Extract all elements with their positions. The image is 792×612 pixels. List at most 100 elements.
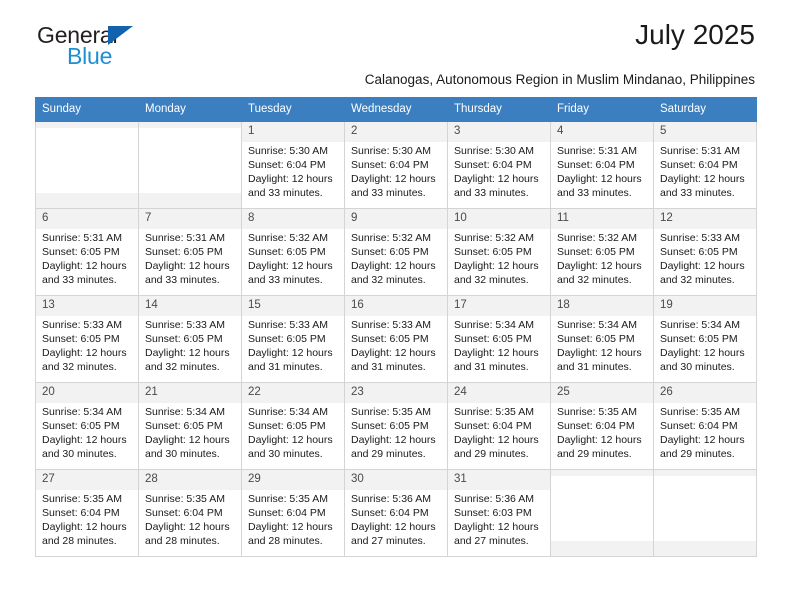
calendar-day-cell[interactable]: 5 Sunrise: 5:31 AM Sunset: 6:04 PM Daylight… xyxy=(653,121,757,210)
day-number: 27 xyxy=(36,470,138,490)
sunrise-line: Sunrise: 5:33 AM xyxy=(351,318,431,331)
day-number: 18 xyxy=(551,296,653,316)
sunset-line: Sunset: 6:04 PM xyxy=(454,158,532,171)
calendar-day-cell[interactable]: 4 Sunrise: 5:31 AM Sunset: 6:04 PM Daylight… xyxy=(550,121,654,210)
calendar-day-cell[interactable]: 19 Sunrise: 5:34 AM Sunset: 6:05 PM Dayligh… xyxy=(653,295,757,384)
day-details: Sunrise: 5:36 AM Sunset: 6:03 PM Daylight:… xyxy=(448,489,550,555)
sunrise-line: Sunrise: 5:31 AM xyxy=(42,231,122,244)
day-number: 5 xyxy=(654,122,756,142)
daylight-line: Daylight: 12 hours and 30 minutes. xyxy=(248,433,333,460)
weekday-header-saturday: Saturday xyxy=(653,97,757,123)
calendar-day-cell[interactable]: 17 Sunrise: 5:34 AM Sunset: 6:05 PM Dayligh… xyxy=(447,295,551,384)
daylight-line: Daylight: 12 hours and 32 minutes. xyxy=(351,259,436,286)
sunset-line: Sunset: 6:05 PM xyxy=(248,419,326,432)
day-number: 25 xyxy=(551,383,653,403)
sunrise-line: Sunrise: 5:35 AM xyxy=(248,492,328,505)
sunrise-line: Sunrise: 5:32 AM xyxy=(557,231,637,244)
day-number: 6 xyxy=(36,209,138,229)
calendar-day-cell[interactable]: 23 Sunrise: 5:35 AM Sunset: 6:05 PM Dayligh… xyxy=(344,382,448,471)
sunrise-line: Sunrise: 5:35 AM xyxy=(454,405,534,418)
weekday-header-sunday: Sunday xyxy=(35,97,139,123)
daylight-line: Daylight: 12 hours and 33 minutes. xyxy=(42,259,127,286)
calendar-day-cell[interactable]: 8 Sunrise: 5:32 AM Sunset: 6:05 PM Daylight… xyxy=(241,208,345,297)
sunset-line: Sunset: 6:04 PM xyxy=(145,506,223,519)
calendar-week-row: 20 Sunrise: 5:34 AM Sunset: 6:05 PM Dayligh… xyxy=(35,382,757,471)
sunrise-line: Sunrise: 5:35 AM xyxy=(351,405,431,418)
calendar-day-cell[interactable]: 28 Sunrise: 5:35 AM Sunset: 6:04 PM Dayligh… xyxy=(138,469,242,558)
calendar-day-cell[interactable]: 9 Sunrise: 5:32 AM Sunset: 6:05 PM Daylight… xyxy=(344,208,448,297)
sunset-line: Sunset: 6:05 PM xyxy=(351,332,429,345)
day-details: Sunrise: 5:30 AM Sunset: 6:04 PM Daylight:… xyxy=(448,141,550,207)
sunset-line: Sunset: 6:04 PM xyxy=(454,419,532,432)
location-subtitle: Calanogas, Autonomous Region in Muslim M… xyxy=(364,72,755,87)
general-blue-logo[interactable]: General Blue xyxy=(37,22,167,69)
weekday-header-friday: Friday xyxy=(550,97,654,123)
calendar-day-cell[interactable]: 21 Sunrise: 5:34 AM Sunset: 6:05 PM Dayligh… xyxy=(138,382,242,471)
daylight-line: Daylight: 12 hours and 31 minutes. xyxy=(351,346,436,373)
weekday-header-thursday: Thursday xyxy=(447,97,551,123)
calendar-day-cell[interactable]: 6 Sunrise: 5:31 AM Sunset: 6:05 PM Daylight… xyxy=(35,208,139,297)
sunrise-line: Sunrise: 5:31 AM xyxy=(660,144,740,157)
daylight-line: Daylight: 12 hours and 33 minutes. xyxy=(557,172,642,199)
day-number: 3 xyxy=(448,122,550,142)
sunrise-line: Sunrise: 5:35 AM xyxy=(660,405,740,418)
calendar-week-row: 6 Sunrise: 5:31 AM Sunset: 6:05 PM Daylight… xyxy=(35,208,757,297)
calendar-day-cell[interactable]: 20 Sunrise: 5:34 AM Sunset: 6:05 PM Dayligh… xyxy=(35,382,139,471)
day-details: Sunrise: 5:35 AM Sunset: 6:04 PM Daylight:… xyxy=(448,402,550,468)
calendar-day-cell[interactable]: 29 Sunrise: 5:35 AM Sunset: 6:04 PM Dayligh… xyxy=(241,469,345,558)
day-details: Sunrise: 5:34 AM Sunset: 6:05 PM Daylight:… xyxy=(242,402,344,468)
logo-text-blue: Blue xyxy=(67,43,113,69)
day-number: 1 xyxy=(242,122,344,142)
calendar-day-cell[interactable]: 12 Sunrise: 5:33 AM Sunset: 6:05 PM Dayligh… xyxy=(653,208,757,297)
calendar-day-cell[interactable]: 18 Sunrise: 5:34 AM Sunset: 6:05 PM Dayligh… xyxy=(550,295,654,384)
calendar-day-cell[interactable]: 2 Sunrise: 5:30 AM Sunset: 6:04 PM Daylight… xyxy=(344,121,448,210)
calendar-day-cell[interactable]: 22 Sunrise: 5:34 AM Sunset: 6:05 PM Dayligh… xyxy=(241,382,345,471)
sunrise-line: Sunrise: 5:31 AM xyxy=(557,144,637,157)
daylight-line: Daylight: 12 hours and 29 minutes. xyxy=(660,433,745,460)
daylight-line: Daylight: 12 hours and 33 minutes. xyxy=(248,259,333,286)
calendar-day-cell[interactable]: 1 Sunrise: 5:30 AM Sunset: 6:04 PM Daylight… xyxy=(241,121,345,210)
calendar-day-cell[interactable]: 3 Sunrise: 5:30 AM Sunset: 6:04 PM Daylight… xyxy=(447,121,551,210)
sunset-line: Sunset: 6:05 PM xyxy=(145,332,223,345)
calendar-day-cell[interactable]: 31 Sunrise: 5:36 AM Sunset: 6:03 PM Dayligh… xyxy=(447,469,551,558)
calendar-day-cell[interactable]: 25 Sunrise: 5:35 AM Sunset: 6:04 PM Dayligh… xyxy=(550,382,654,471)
sunrise-line: Sunrise: 5:34 AM xyxy=(248,405,328,418)
sunset-line: Sunset: 6:05 PM xyxy=(660,245,738,258)
day-details xyxy=(654,476,756,542)
calendar-day-cell[interactable]: 16 Sunrise: 5:33 AM Sunset: 6:05 PM Dayligh… xyxy=(344,295,448,384)
sunset-line: Sunset: 6:05 PM xyxy=(351,419,429,432)
daylight-line: Daylight: 12 hours and 33 minutes. xyxy=(454,172,539,199)
calendar-day-cell[interactable]: 7 Sunrise: 5:31 AM Sunset: 6:05 PM Daylight… xyxy=(138,208,242,297)
sunset-line: Sunset: 6:04 PM xyxy=(351,158,429,171)
daylight-line: Daylight: 12 hours and 33 minutes. xyxy=(248,172,333,199)
day-details: Sunrise: 5:30 AM Sunset: 6:04 PM Daylight:… xyxy=(242,141,344,207)
calendar-cell-empty xyxy=(550,469,654,558)
day-details: Sunrise: 5:34 AM Sunset: 6:05 PM Daylight:… xyxy=(551,315,653,381)
day-details: Sunrise: 5:33 AM Sunset: 6:05 PM Daylight:… xyxy=(345,315,447,381)
calendar-week-row: 1 Sunrise: 5:30 AM Sunset: 6:04 PM Daylight… xyxy=(35,121,757,210)
calendar-body: 1 Sunrise: 5:30 AM Sunset: 6:04 PM Daylight… xyxy=(35,121,757,558)
page-title: July 2025 xyxy=(635,19,755,50)
day-number: 31 xyxy=(448,470,550,490)
daylight-line: Daylight: 12 hours and 32 minutes. xyxy=(557,259,642,286)
calendar-table: Sunday Monday Tuesday Wednesday Thursday… xyxy=(35,97,757,558)
calendar-day-cell[interactable]: 14 Sunrise: 5:33 AM Sunset: 6:05 PM Dayligh… xyxy=(138,295,242,384)
day-details: Sunrise: 5:35 AM Sunset: 6:04 PM Daylight:… xyxy=(654,402,756,468)
calendar-day-cell[interactable]: 15 Sunrise: 5:33 AM Sunset: 6:05 PM Dayligh… xyxy=(241,295,345,384)
calendar-day-cell[interactable]: 26 Sunrise: 5:35 AM Sunset: 6:04 PM Dayligh… xyxy=(653,382,757,471)
day-number: 19 xyxy=(654,296,756,316)
calendar-day-cell[interactable]: 11 Sunrise: 5:32 AM Sunset: 6:05 PM Dayligh… xyxy=(550,208,654,297)
calendar-day-cell[interactable]: 24 Sunrise: 5:35 AM Sunset: 6:04 PM Dayligh… xyxy=(447,382,551,471)
daylight-line: Daylight: 12 hours and 29 minutes. xyxy=(557,433,642,460)
day-details xyxy=(551,476,653,542)
page-header: General Blue July 2025 xyxy=(35,0,757,72)
calendar-day-cell[interactable]: 30 Sunrise: 5:36 AM Sunset: 6:04 PM Dayligh… xyxy=(344,469,448,558)
sunrise-line: Sunrise: 5:32 AM xyxy=(248,231,328,244)
day-number: 9 xyxy=(345,209,447,229)
calendar-day-cell[interactable]: 10 Sunrise: 5:32 AM Sunset: 6:05 PM Dayligh… xyxy=(447,208,551,297)
sunrise-line: Sunrise: 5:34 AM xyxy=(145,405,225,418)
sunrise-line: Sunrise: 5:34 AM xyxy=(557,318,637,331)
calendar-day-cell[interactable]: 27 Sunrise: 5:35 AM Sunset: 6:04 PM Dayligh… xyxy=(35,469,139,558)
calendar-day-cell[interactable]: 13 Sunrise: 5:33 AM Sunset: 6:05 PM Dayligh… xyxy=(35,295,139,384)
day-number: 7 xyxy=(139,209,241,229)
